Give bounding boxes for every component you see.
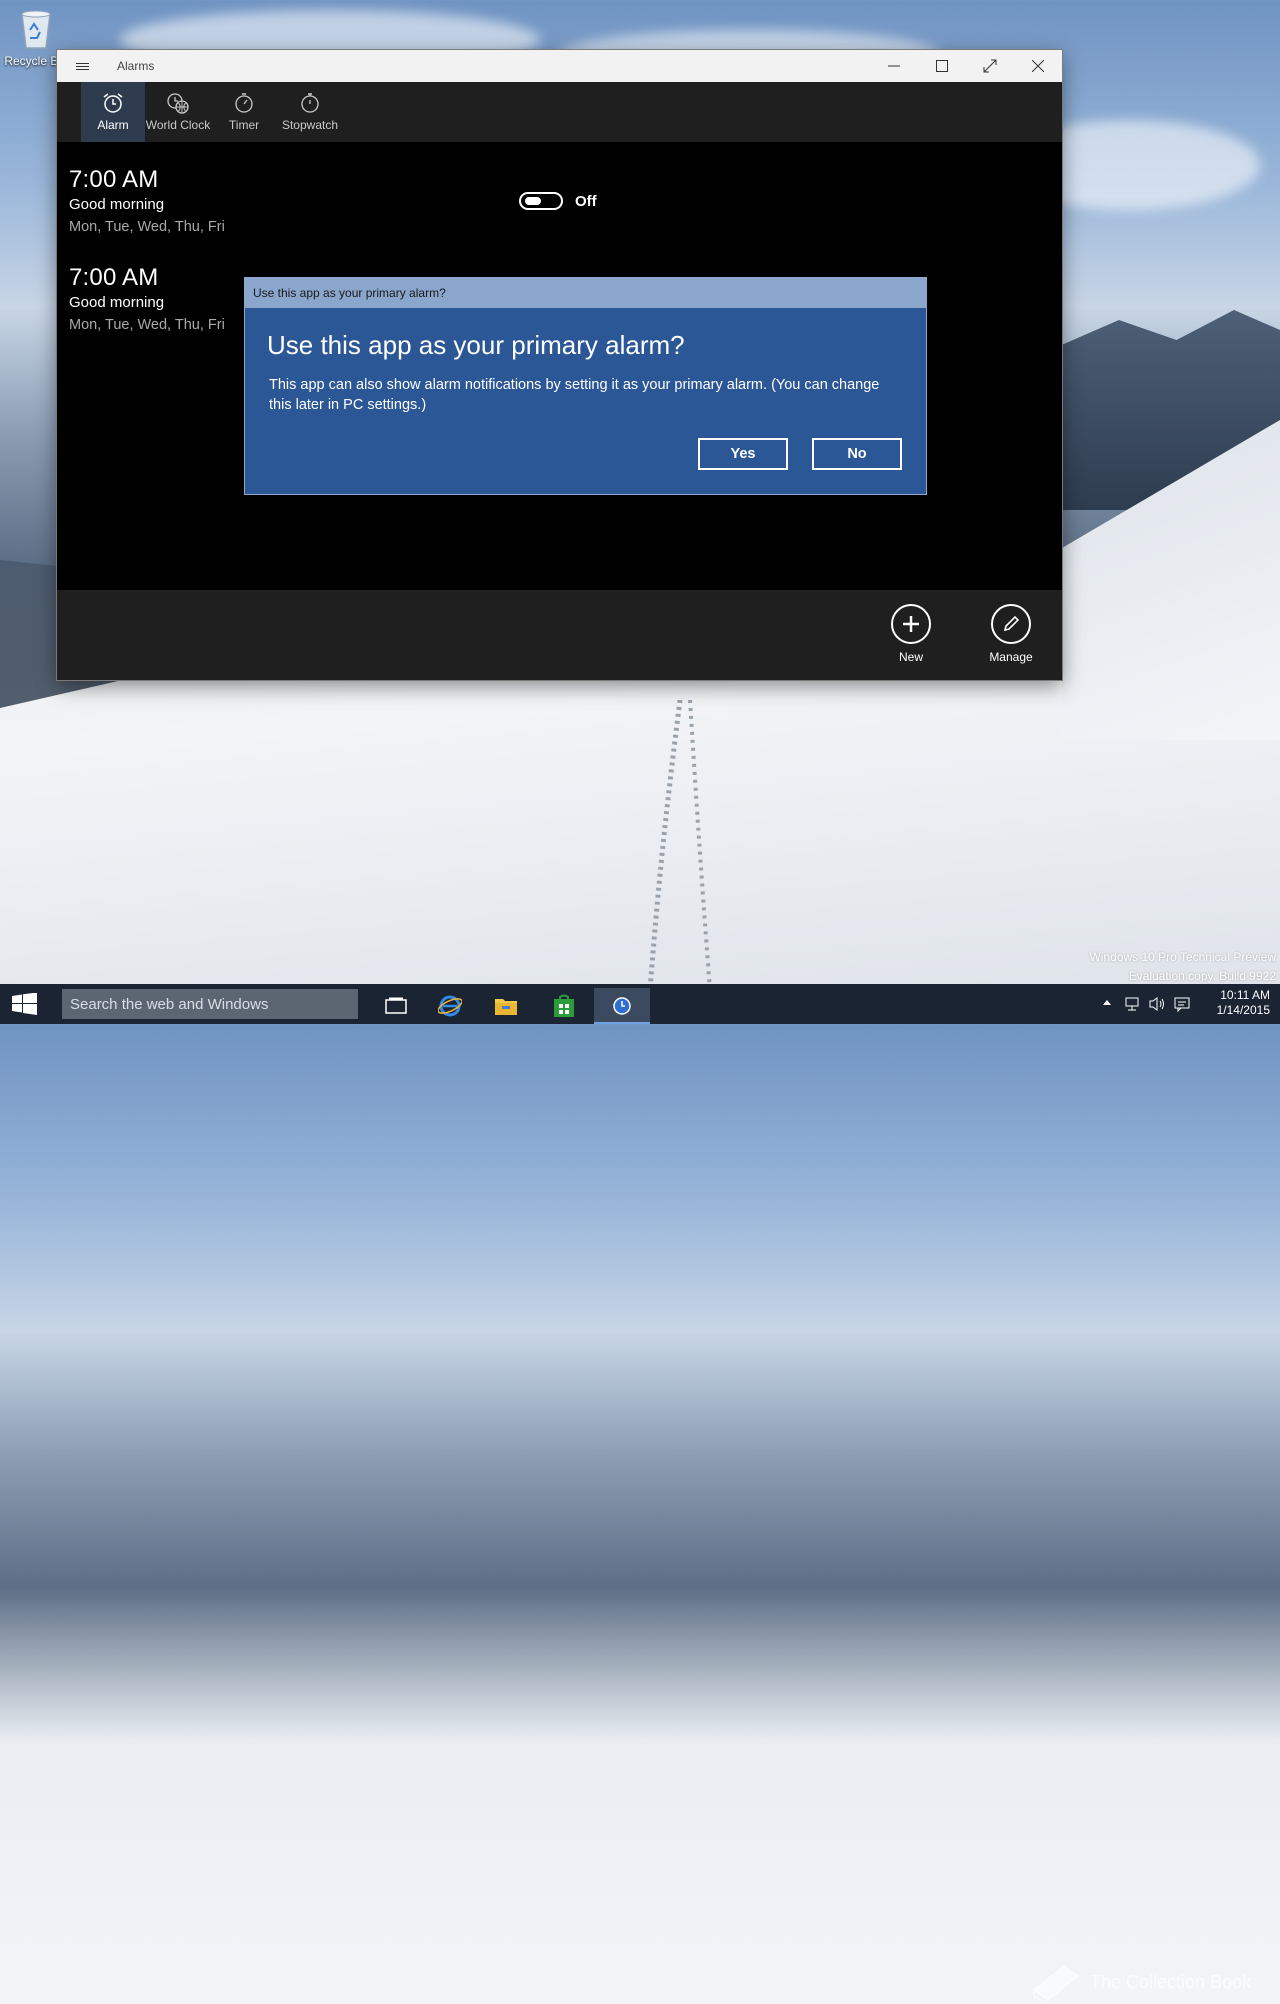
clock-date: 1/14/2015 bbox=[1216, 1003, 1270, 1017]
volume-icon[interactable] bbox=[1148, 996, 1166, 1012]
alarm-clock-icon bbox=[103, 93, 123, 113]
alarm-time: 7:00 AM bbox=[69, 264, 159, 291]
hamburger-menu-button[interactable] bbox=[57, 50, 107, 82]
task-view-button[interactable] bbox=[368, 988, 424, 1024]
chevron-up-icon[interactable] bbox=[1102, 998, 1112, 1008]
alarm-toggle[interactable]: Off bbox=[519, 192, 597, 210]
alarm-item[interactable]: 7:00 AM Good morning Mon, Tue, Wed, Thu,… bbox=[69, 264, 225, 333]
manage-label: Manage bbox=[989, 650, 1033, 664]
maximize-button[interactable] bbox=[918, 50, 966, 82]
fullscreen-button[interactable] bbox=[966, 50, 1014, 82]
top-navigation: Alarm World Clock Timer Stopwatch bbox=[57, 82, 1062, 142]
maximize-icon bbox=[936, 60, 948, 72]
taskbar-clock[interactable]: 10:11 AM 1/14/2015 bbox=[1217, 988, 1270, 1018]
start-button[interactable] bbox=[10, 992, 40, 1015]
dialog-message: This app can also show alarm notificatio… bbox=[269, 377, 880, 413]
tab-timer[interactable]: Timer bbox=[211, 82, 277, 142]
timer-icon bbox=[235, 93, 253, 113]
book-icon bbox=[1033, 1965, 1079, 2004]
network-icon[interactable] bbox=[1124, 996, 1140, 1012]
watermark-line1: Windows 10 Pro Technical Preview bbox=[1089, 950, 1276, 964]
alarm-days: Mon, Tue, Wed, Thu, Fri bbox=[69, 317, 225, 333]
primary-alarm-dialog: Use this app as your primary alarm? Use … bbox=[244, 277, 927, 495]
pencil-icon bbox=[991, 604, 1031, 644]
yes-button[interactable]: Yes bbox=[698, 438, 788, 470]
close-button[interactable] bbox=[1014, 50, 1062, 82]
internet-explorer-icon bbox=[438, 995, 462, 1017]
new-alarm-button[interactable]: New bbox=[871, 604, 951, 664]
tab-world-clock[interactable]: World Clock bbox=[145, 82, 211, 142]
logo-text: The Collection Book bbox=[1090, 1971, 1252, 1992]
tab-timer-label: Timer bbox=[228, 118, 260, 132]
stopwatch-icon bbox=[301, 93, 319, 113]
fullscreen-icon bbox=[983, 59, 997, 73]
alarm-name: Good morning bbox=[69, 196, 165, 213]
alarm-item[interactable]: 7:00 AM Good morning Mon, Tue, Wed, Thu,… bbox=[69, 166, 225, 235]
alarm-time: 7:00 AM bbox=[69, 166, 159, 193]
world-clock-icon bbox=[167, 93, 189, 114]
app-bar: New Manage bbox=[57, 590, 1062, 680]
windows-logo-icon bbox=[12, 992, 37, 1015]
tab-alarm-label: Alarm bbox=[97, 118, 129, 132]
taskbar: Search the web and Windows The Collectio… bbox=[0, 984, 1280, 2004]
title-bar: Alarms bbox=[57, 50, 1062, 82]
store-button[interactable] bbox=[536, 988, 592, 1024]
alarm-days: Mon, Tue, Wed, Thu, Fri bbox=[69, 219, 225, 235]
internet-explorer-button[interactable] bbox=[422, 988, 478, 1024]
manage-button[interactable]: Manage bbox=[971, 604, 1051, 664]
dialog-title: Use this app as your primary alarm? bbox=[267, 330, 685, 360]
alarm-clock-icon bbox=[613, 997, 631, 1015]
folder-icon bbox=[495, 999, 517, 1015]
alarm-name: Good morning bbox=[69, 294, 165, 311]
store-bag-icon bbox=[554, 994, 574, 1017]
plus-icon bbox=[891, 604, 931, 644]
alarms-app-button[interactable] bbox=[594, 988, 650, 1024]
tab-alarm[interactable]: Alarm bbox=[81, 82, 145, 142]
clock-time: 10:11 AM bbox=[1220, 988, 1270, 1002]
file-explorer-button[interactable] bbox=[478, 988, 534, 1024]
collection-book-logo: The Collection Book bbox=[1030, 1960, 1251, 2004]
dialog-caption: Use this app as your primary alarm? bbox=[245, 278, 926, 308]
search-input[interactable]: Search the web and Windows bbox=[62, 989, 358, 1019]
notifications-icon[interactable] bbox=[1174, 996, 1190, 1012]
minimize-button[interactable] bbox=[870, 50, 918, 82]
window-title: Alarms bbox=[117, 59, 155, 73]
no-button[interactable]: No bbox=[812, 438, 902, 470]
minimize-icon bbox=[888, 65, 900, 67]
task-view-icon bbox=[385, 997, 407, 1014]
new-label: New bbox=[898, 650, 923, 664]
recycle-bin-icon bbox=[18, 6, 54, 50]
build-watermark: Windows 10 Pro Technical Preview Evaluat… bbox=[1089, 948, 1276, 986]
toggle-switch[interactable] bbox=[519, 192, 563, 210]
tab-stopwatch[interactable]: Stopwatch bbox=[277, 82, 343, 142]
tab-stopwatch-label: Stopwatch bbox=[281, 118, 339, 132]
snow-tracks bbox=[647, 700, 712, 990]
tab-world-clock-label: World Clock bbox=[145, 118, 211, 132]
close-icon bbox=[1032, 60, 1044, 72]
toggle-state-label: Off bbox=[575, 192, 597, 210]
